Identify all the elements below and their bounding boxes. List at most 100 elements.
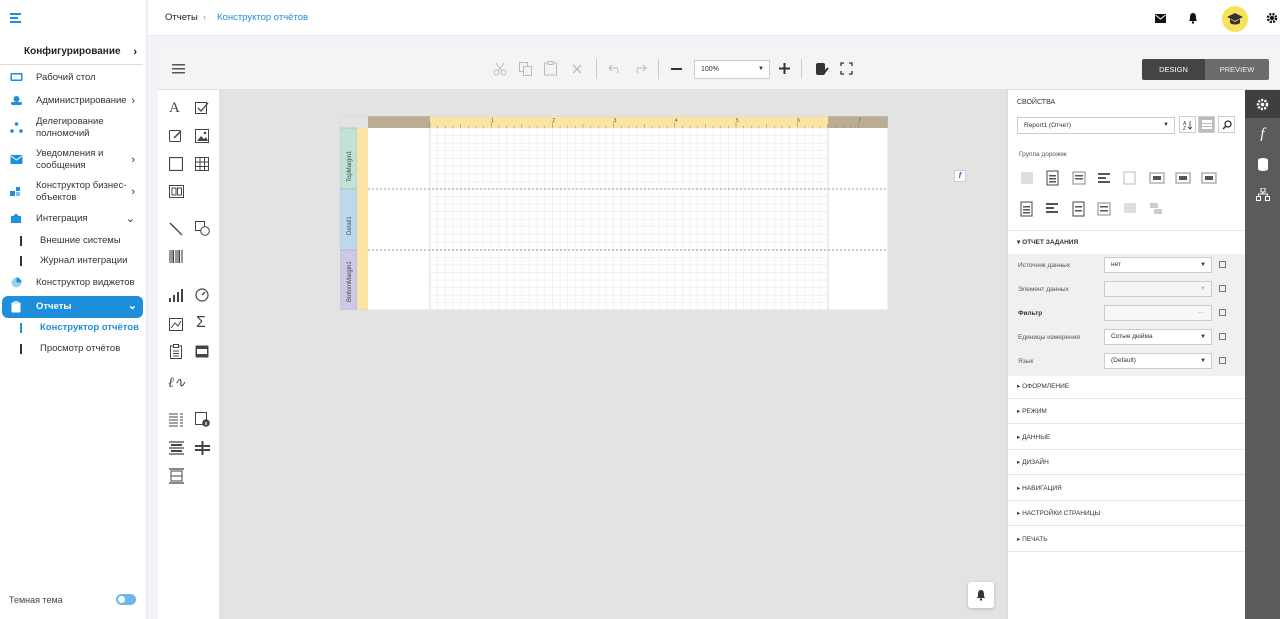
tab-expressions[interactable]: f: [1245, 120, 1280, 148]
top-bar: Отчеты › Конструктор отчётов: [148, 0, 1280, 36]
validate-bindings-icon[interactable]: [815, 62, 829, 76]
toc-tool-icon[interactable]: [169, 413, 183, 427]
database-icon: [1257, 158, 1268, 171]
chart-tool-icon[interactable]: [169, 289, 184, 302]
barcode-tool-icon[interactable]: [169, 250, 184, 263]
picture-tool-icon[interactable]: [195, 129, 209, 143]
line-tool-icon[interactable]: [169, 222, 183, 236]
filter-field[interactable]: ···: [1104, 305, 1212, 321]
menu-toggle-icon[interactable]: [10, 12, 24, 24]
datasource-select[interactable]: нет ▼: [1104, 257, 1212, 273]
mail-icon[interactable]: [1155, 14, 1166, 23]
language-select[interactable]: (Default) ▼: [1104, 353, 1212, 369]
categorize-icon: [1201, 120, 1212, 129]
section-navigation[interactable]: ▸ НАВИГАЦИЯ: [1008, 476, 1246, 501]
datamember-checkbox[interactable]: [1219, 285, 1226, 292]
section-mode[interactable]: ▸ РЕЖИМ: [1008, 399, 1246, 424]
paste-icon[interactable]: [544, 61, 557, 76]
config-section-title: Конфигурирование: [24, 46, 121, 57]
datasource-checkbox[interactable]: [1219, 261, 1226, 268]
cross-band-tool-icon[interactable]: [195, 441, 210, 455]
chevron-right-icon: ›: [131, 186, 135, 198]
tab-structure[interactable]: [1245, 180, 1280, 208]
section-page-settings[interactable]: ▸ НАСТРОЙКИ СТРАНИЦЫ: [1008, 501, 1246, 526]
shape-tool-icon[interactable]: [195, 221, 210, 236]
gauge-tool-icon[interactable]: [195, 288, 209, 302]
summary-tool-icon[interactable]: Σ: [196, 314, 206, 332]
menu-icon[interactable]: [172, 64, 185, 74]
section-appearance[interactable]: ▸ ОФОРМЛЕНИЕ: [1008, 374, 1246, 399]
side-tabs: f: [1245, 90, 1280, 619]
fullscreen-icon[interactable]: [840, 62, 853, 75]
section-print[interactable]: ▸ ПЕЧАТЬ: [1008, 527, 1246, 552]
section-design[interactable]: ▸ ДИЗАЙН: [1008, 450, 1246, 475]
ruler-mark: 1: [491, 118, 494, 124]
ruler-mark: 4: [675, 118, 678, 124]
zoom-out-icon[interactable]: [671, 68, 682, 70]
search-button[interactable]: [1218, 116, 1235, 133]
label-tool-icon[interactable]: A: [169, 100, 180, 117]
delete-icon[interactable]: [572, 64, 582, 74]
language-checkbox[interactable]: [1219, 357, 1226, 364]
function-icon: f: [1260, 126, 1265, 142]
checkbox-tool-icon[interactable]: [195, 101, 209, 115]
bell-icon[interactable]: [1188, 12, 1198, 24]
signature-tool-icon[interactable]: ℓ∿: [168, 375, 186, 392]
copy-icon[interactable]: [519, 62, 532, 76]
dark-theme-toggle[interactable]: [116, 594, 136, 605]
bell-icon: [977, 590, 985, 601]
tab-data-sources[interactable]: [1245, 150, 1280, 178]
pageinfo-tool-icon[interactable]: [170, 344, 182, 359]
preview-button[interactable]: PREVIEW: [1205, 59, 1269, 80]
prop-row-datasource: Источник данных нет ▼: [1008, 254, 1246, 278]
units-select[interactable]: Сотые дюйма ▼: [1104, 329, 1212, 345]
report-info-tool-icon[interactable]: [195, 412, 210, 427]
avatar[interactable]: [1222, 6, 1248, 32]
ruler-mark: 3: [614, 118, 617, 124]
sort-az-icon: AZ: [1183, 121, 1192, 130]
categorize-button[interactable]: [1198, 116, 1215, 133]
ruler-mark: 5: [736, 118, 739, 124]
chevron-right-icon: ›: [133, 46, 137, 58]
properties-panel: СВОЙСТВА Report1 (Отчет) ▼ AZ Группа дор…: [1007, 90, 1246, 619]
zoom-in-icon[interactable]: [779, 63, 790, 74]
sidebar-item-reports[interactable]: Отчеты ⌄: [2, 296, 143, 318]
notification-button[interactable]: [968, 582, 994, 608]
richtext-tool-icon[interactable]: [169, 129, 183, 143]
pdf-tool-icon[interactable]: [195, 345, 209, 358]
clipboard-icon: [11, 301, 21, 313]
units-checkbox[interactable]: [1219, 333, 1226, 340]
design-preview-switch: DESIGN PREVIEW: [1142, 59, 1269, 80]
gear-icon[interactable]: [1266, 12, 1278, 24]
caret-down-icon: ▼: [1200, 286, 1206, 292]
subreport-tool-icon[interactable]: [169, 185, 184, 198]
object-select[interactable]: Report1 (Отчет) ▼: [1017, 117, 1175, 134]
sort-az-button[interactable]: AZ: [1179, 116, 1196, 133]
section-data[interactable]: ▸ ДАННЫЕ: [1008, 425, 1246, 450]
filter-checkbox[interactable]: [1219, 309, 1226, 316]
design-button[interactable]: DESIGN: [1142, 59, 1205, 80]
panel-tool-icon[interactable]: [169, 157, 183, 171]
prop-row-filter: Фильтр ···: [1008, 302, 1246, 326]
cut-icon[interactable]: [493, 62, 507, 76]
sparkline-tool-icon[interactable]: [169, 318, 183, 331]
breadcrumb-root[interactable]: Отчеты: [165, 12, 198, 23]
band-label-detail: Detail1: [347, 216, 353, 235]
datamember-select[interactable]: ▼: [1104, 281, 1212, 297]
detail-band-tool-icon[interactable]: [169, 468, 184, 484]
table-tool-icon[interactable]: [195, 157, 209, 171]
admin-icon: [11, 96, 22, 105]
property-rows: Источник данных нет ▼ Элемент данных ▼ Фи…: [1008, 254, 1246, 376]
caret-down-icon: ▼: [1200, 262, 1206, 268]
config-section-header[interactable]: Конфигурирование ›: [0, 41, 143, 65]
undo-icon[interactable]: [608, 64, 622, 73]
dark-theme-label: Темная тема: [9, 595, 63, 605]
report-page[interactable]: 1 2 3 4 5 6 7 TopMargin1 Detail1 BottomMargin1: [340, 116, 888, 310]
expressions-button[interactable]: f: [954, 170, 966, 182]
zoom-select[interactable]: 100% ▼: [694, 60, 770, 79]
redo-icon[interactable]: [633, 64, 647, 73]
pivot-tool-icon[interactable]: [169, 441, 184, 455]
band-buttons[interactable]: [1018, 170, 1228, 218]
section-report-job[interactable]: ▾ ОТЧЕТ ЗАДАНИЯ: [1008, 230, 1246, 254]
tab-properties[interactable]: [1245, 90, 1280, 118]
